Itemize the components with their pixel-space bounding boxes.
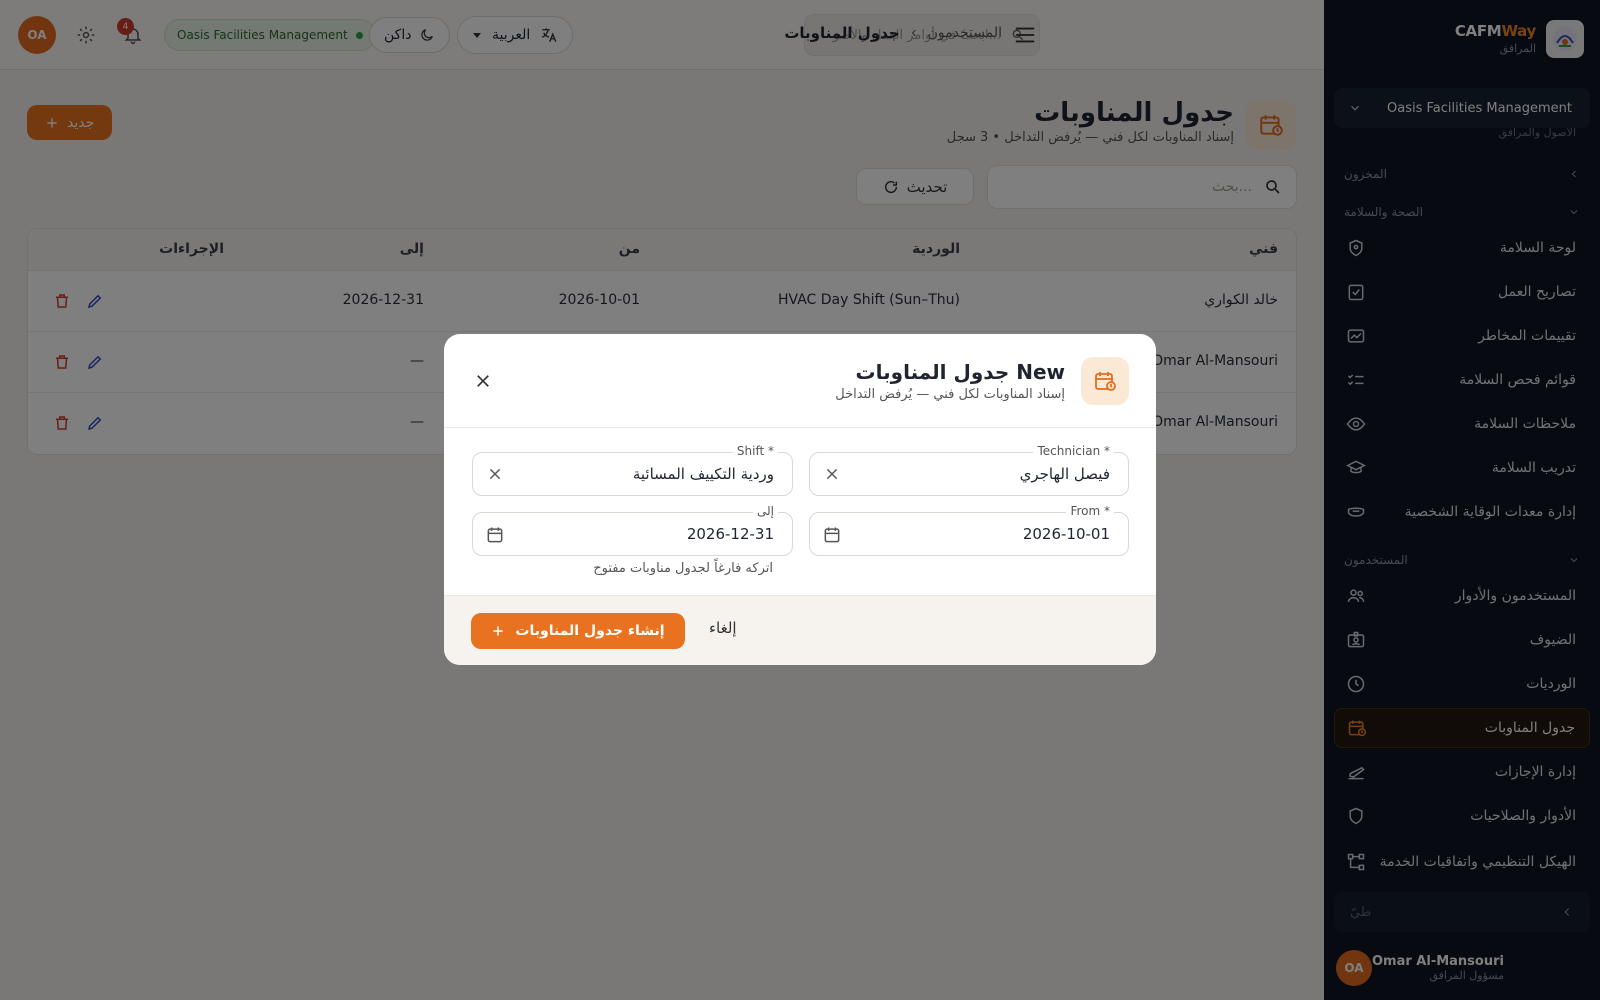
cancel-button[interactable]: إلغاء xyxy=(709,619,737,637)
create-button-label: إنشاء جدول المناوبات xyxy=(515,623,665,639)
clear-icon[interactable] xyxy=(824,466,840,482)
clear-icon[interactable] xyxy=(487,466,503,482)
field-label: From * xyxy=(1066,504,1114,518)
dialog-header: New جدول المناوبات إسناد المناوبات لكل ف… xyxy=(444,334,1156,428)
field-label: Technician * xyxy=(1033,444,1114,458)
field-value: فيصل الهاجري xyxy=(1019,465,1110,483)
calendar-clock-icon xyxy=(1081,357,1129,405)
field-value: 2026-10-01 xyxy=(1022,525,1110,543)
new-roster-dialog: New جدول المناوبات إسناد المناوبات لكل ف… xyxy=(444,334,1156,665)
from-date-field[interactable]: From * 2026-10-01 xyxy=(809,504,1129,556)
field-value: 2026-12-31 xyxy=(686,525,774,543)
technician-select[interactable]: Technician * فيصل الهاجري xyxy=(809,444,1129,496)
shift-select[interactable]: Shift * وردية التكييف المسائية xyxy=(472,444,793,496)
field-label: إلى xyxy=(753,504,778,518)
to-date-field[interactable]: إلى 2026-12-31 xyxy=(472,504,793,556)
field-label: Shift * xyxy=(732,444,778,458)
close-icon[interactable] xyxy=(474,372,492,390)
dialog-title: New جدول المناوبات xyxy=(855,360,1065,384)
to-date-helper: اتركه فارغاً لجدول مناوبات مفتوح xyxy=(593,561,773,576)
dialog-subtitle: إسناد المناوبات لكل فني — يُرفض التداخل xyxy=(835,387,1065,402)
create-roster-button[interactable]: إنشاء جدول المناوبات xyxy=(471,613,685,649)
calendar-icon[interactable] xyxy=(822,525,842,545)
plus-icon xyxy=(493,626,504,636)
calendar-icon[interactable] xyxy=(485,525,505,545)
dialog-footer: إنشاء جدول المناوبات إلغاء xyxy=(444,595,1156,665)
field-value: وردية التكييف المسائية xyxy=(632,465,774,483)
